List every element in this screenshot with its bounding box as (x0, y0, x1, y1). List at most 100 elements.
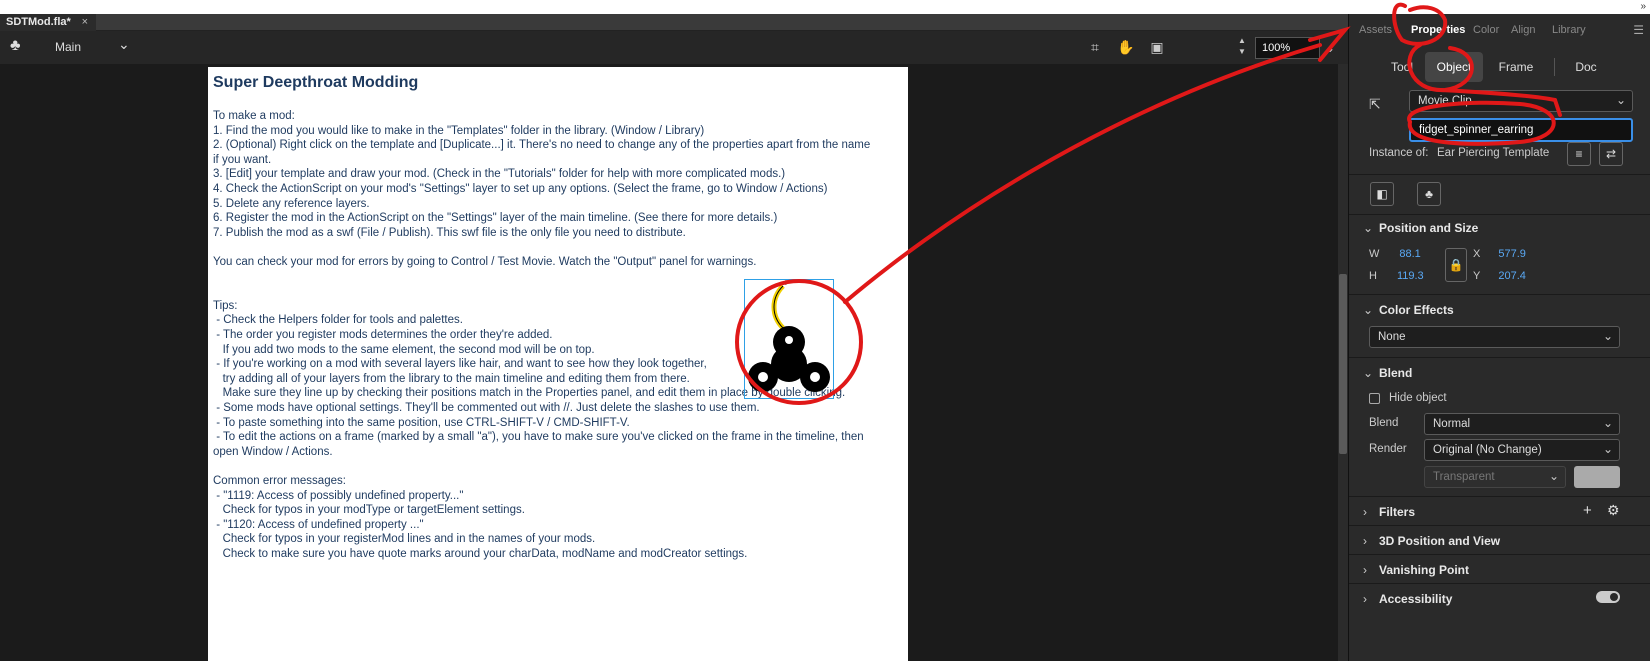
swap-symbol-button[interactable]: ⇄ (1599, 142, 1623, 166)
color-effect-select[interactable]: None ⌄ (1369, 326, 1620, 348)
selected-instance[interactable]: + (744, 279, 834, 399)
property-subtabs: Tool Object Frame Doc (1349, 52, 1650, 82)
section-title: Color Effects (1379, 303, 1454, 317)
zoom-dropdown-icon[interactable]: ⌄ (1320, 37, 1340, 59)
instruction-line: Check for typos in your modType or targe… (213, 504, 525, 517)
hide-object-label: Hide object (1389, 392, 1447, 404)
instance-of-label: Instance of: (1369, 147, 1429, 159)
close-icon[interactable]: × (82, 16, 88, 28)
chevron-right-icon: › (1363, 505, 1367, 519)
instance-name-input[interactable]: fidget_spinner_earring (1409, 118, 1633, 142)
chevron-down-icon: ⌄ (1615, 93, 1626, 107)
symbol-club-icon[interactable]: ♣ (10, 37, 21, 55)
edit-symbol-button[interactable]: ♣ (1417, 182, 1441, 206)
instruction-line: 2. (Optional) Right click on the templat… (213, 139, 871, 152)
transparent-select: Transparent ⌄ (1424, 466, 1566, 488)
render-select[interactable]: Original (No Change) ⌄ (1424, 439, 1620, 461)
symbol-settings-button[interactable]: ≡ (1567, 142, 1591, 166)
instruction-line: You can check your mod for errors by goi… (213, 256, 757, 268)
section-vanishing-point[interactable]: › Vanishing Point (1363, 563, 1469, 577)
color-effect-value: None (1378, 331, 1406, 343)
x-label: X (1473, 248, 1481, 260)
section-filters[interactable]: › Filters (1363, 505, 1415, 519)
scene-name[interactable]: Main (55, 40, 81, 54)
clip-icon[interactable]: ▣ (1146, 36, 1168, 58)
stage-scrollbar[interactable] (1338, 64, 1348, 661)
instruction-line: - If you're working on a mod with severa… (213, 358, 707, 371)
divider (1349, 496, 1650, 497)
y-field[interactable]: Y 207.4 (1473, 270, 1526, 282)
section-title: Blend (1379, 366, 1413, 380)
subtab-tool[interactable]: Tool (1383, 52, 1421, 82)
instruction-line: If you add two mods to the same element,… (213, 343, 595, 356)
document-tab-bar: SDTMod.fla* × (0, 14, 1348, 31)
instruction-line: try adding all of your layers from the l… (213, 372, 690, 385)
render-label: Render (1369, 443, 1407, 455)
instruction-line: Check for typos in your registerMod line… (213, 533, 596, 546)
render-value: Original (No Change) (1433, 444, 1542, 456)
symbol-type-select[interactable]: Movie Clip ⌄ (1409, 90, 1633, 112)
panel-tabs: Assets Properties Color Align Library (1349, 21, 1650, 41)
section-title: Position and Size (1379, 221, 1479, 235)
zoom-stepper-icon[interactable]: ▲ ▼ (1238, 35, 1246, 57)
properties-panel: Assets Properties Color Align Library ☰ … (1348, 14, 1650, 661)
height-field[interactable]: H 119.3 (1369, 270, 1424, 282)
instruction-line: 3. [Edit] your template and draw your mo… (213, 168, 786, 181)
subtab-object[interactable]: Object (1425, 52, 1483, 82)
chevron-down-icon: ⌄ (1602, 416, 1613, 430)
instruction-line: - "1120: Access of undefined property ..… (213, 518, 424, 531)
tab-library[interactable]: Library (1552, 24, 1586, 36)
x-value: 577.9 (1498, 248, 1526, 260)
gear-icon[interactable]: ⚙ (1607, 502, 1620, 519)
hide-object-checkbox[interactable] (1369, 393, 1380, 404)
document-tab-title: SDTMod.fla* (6, 16, 71, 28)
edit-in-place-button[interactable]: ◧ (1370, 182, 1394, 206)
width-field[interactable]: W 88.1 (1369, 248, 1421, 260)
lock-icon[interactable]: 🔒 (1445, 248, 1467, 282)
section-title: Accessibility (1379, 592, 1453, 606)
add-filter-icon[interactable]: + (1583, 502, 1592, 519)
blend-select[interactable]: Normal ⌄ (1424, 413, 1620, 435)
tab-assets[interactable]: Assets (1359, 24, 1392, 36)
subtab-doc[interactable]: Doc (1562, 52, 1610, 82)
document-tab[interactable]: SDTMod.fla* × (0, 14, 96, 31)
chevron-down-icon[interactable]: ⌄ (118, 36, 130, 53)
instruction-line: 6. Register the mod in the ActionScript … (213, 212, 778, 225)
section-accessibility[interactable]: › Accessibility (1363, 592, 1452, 606)
instance-of-value: Ear Piercing Template (1437, 147, 1550, 159)
snap-icon[interactable]: ⌗ (1084, 36, 1106, 58)
instruction-line: Tips: (213, 299, 238, 312)
svg-text:+: + (783, 280, 789, 289)
fidget-spinner-earring-graphic: + (748, 280, 830, 392)
section-3d-position[interactable]: › 3D Position and View (1363, 534, 1500, 548)
instance-name-value: fidget_spinner_earring (1419, 124, 1534, 136)
instruction-line: 4. Check the ActionScript on your mod's … (213, 183, 828, 195)
panel-menu-icon[interactable]: ☰ (1633, 23, 1644, 37)
x-field[interactable]: X 577.9 (1473, 248, 1526, 260)
tab-color[interactable]: Color (1473, 24, 1499, 36)
divider (1349, 174, 1650, 175)
chevron-down-icon: ⌄ (1363, 366, 1374, 380)
subtab-frame[interactable]: Frame (1489, 52, 1543, 82)
hand-icon[interactable]: ✋ (1115, 36, 1137, 58)
y-label: Y (1473, 270, 1481, 282)
section-title: Vanishing Point (1379, 563, 1470, 577)
page-title: Super Deepthroat Modding (213, 74, 419, 91)
chevron-right-icon: › (1363, 592, 1367, 606)
section-color-effects[interactable]: ⌄ Color Effects (1363, 303, 1454, 317)
instruction-line: - To edit the actions on a frame (marked… (213, 431, 864, 444)
scrollbar-thumb[interactable] (1339, 274, 1347, 454)
panel-expand-icon[interactable]: » (1640, 1, 1646, 12)
chevron-down-icon: ⌄ (1363, 303, 1374, 317)
section-position-size[interactable]: ⌄ Position and Size (1363, 221, 1478, 235)
divider (1349, 583, 1650, 584)
divider (1349, 294, 1650, 295)
accessibility-toggle[interactable] (1596, 591, 1620, 603)
y-value: 207.4 (1498, 270, 1526, 282)
zoom-input[interactable] (1255, 37, 1320, 59)
section-blend[interactable]: ⌄ Blend (1363, 366, 1412, 380)
tab-properties[interactable]: Properties (1411, 24, 1465, 36)
height-label: H (1369, 270, 1377, 282)
instruction-line: open Window / Actions. (213, 445, 333, 458)
tab-align[interactable]: Align (1511, 24, 1535, 36)
